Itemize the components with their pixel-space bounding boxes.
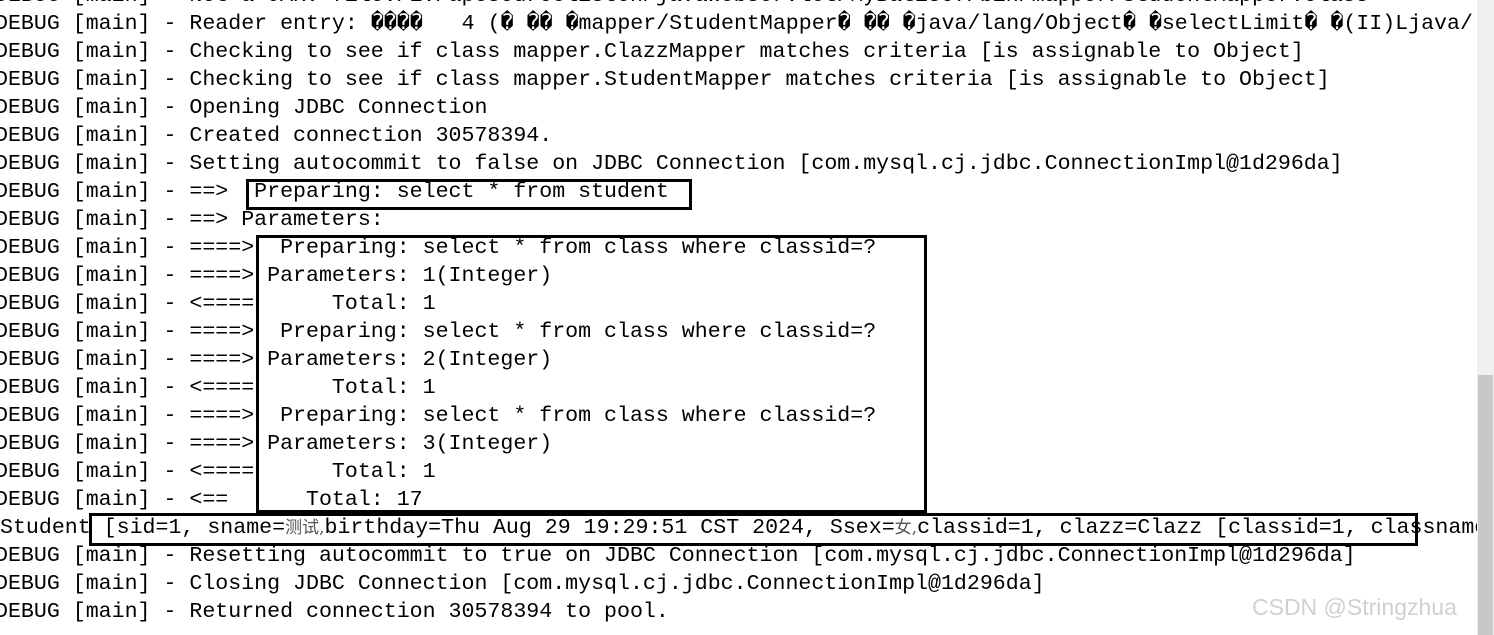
log-line: DEBUG [main] - Checking to see if class … [0, 68, 1330, 92]
watermark: CSDN @Stringzhua [1252, 594, 1457, 620]
log-line: DEBUG [main] - Checking to see if class … [0, 40, 1304, 64]
highlight-box-main-query [246, 179, 692, 210]
log-line: DEBUG [main] - Created connection 305783… [0, 124, 553, 148]
log-line: DEBUG [main] - Returned connection 30578… [0, 600, 669, 624]
vertical-scrollbar[interactable] [1477, 0, 1494, 635]
scrollbar-thumb[interactable] [1478, 375, 1493, 635]
log-line: DEBUG [main] - Reader entry: ���� 4 (� �… [0, 12, 1473, 36]
log-line: DEBUG [main] - Opening JDBC Connection [0, 96, 488, 120]
log-line: DEBUG [main] - ==> Parameters: [0, 208, 397, 232]
log-line: DEBUG [main] - Closing JDBC Connection [… [0, 572, 1045, 596]
console-output: DEBUG [main] - Not a JAR: file:/E:/apeso… [0, 0, 1477, 635]
log-line: DEBUG [main] - Not a JAR: file:/E:/apeso… [0, 0, 1369, 10]
highlight-box-nested-queries [256, 235, 927, 513]
highlight-box-student-result [89, 513, 1418, 546]
log-line: DEBUG [main] - Resetting autocommit to t… [0, 544, 1356, 568]
log-line: DEBUG [main] - Setting autocommit to fal… [0, 152, 1343, 176]
